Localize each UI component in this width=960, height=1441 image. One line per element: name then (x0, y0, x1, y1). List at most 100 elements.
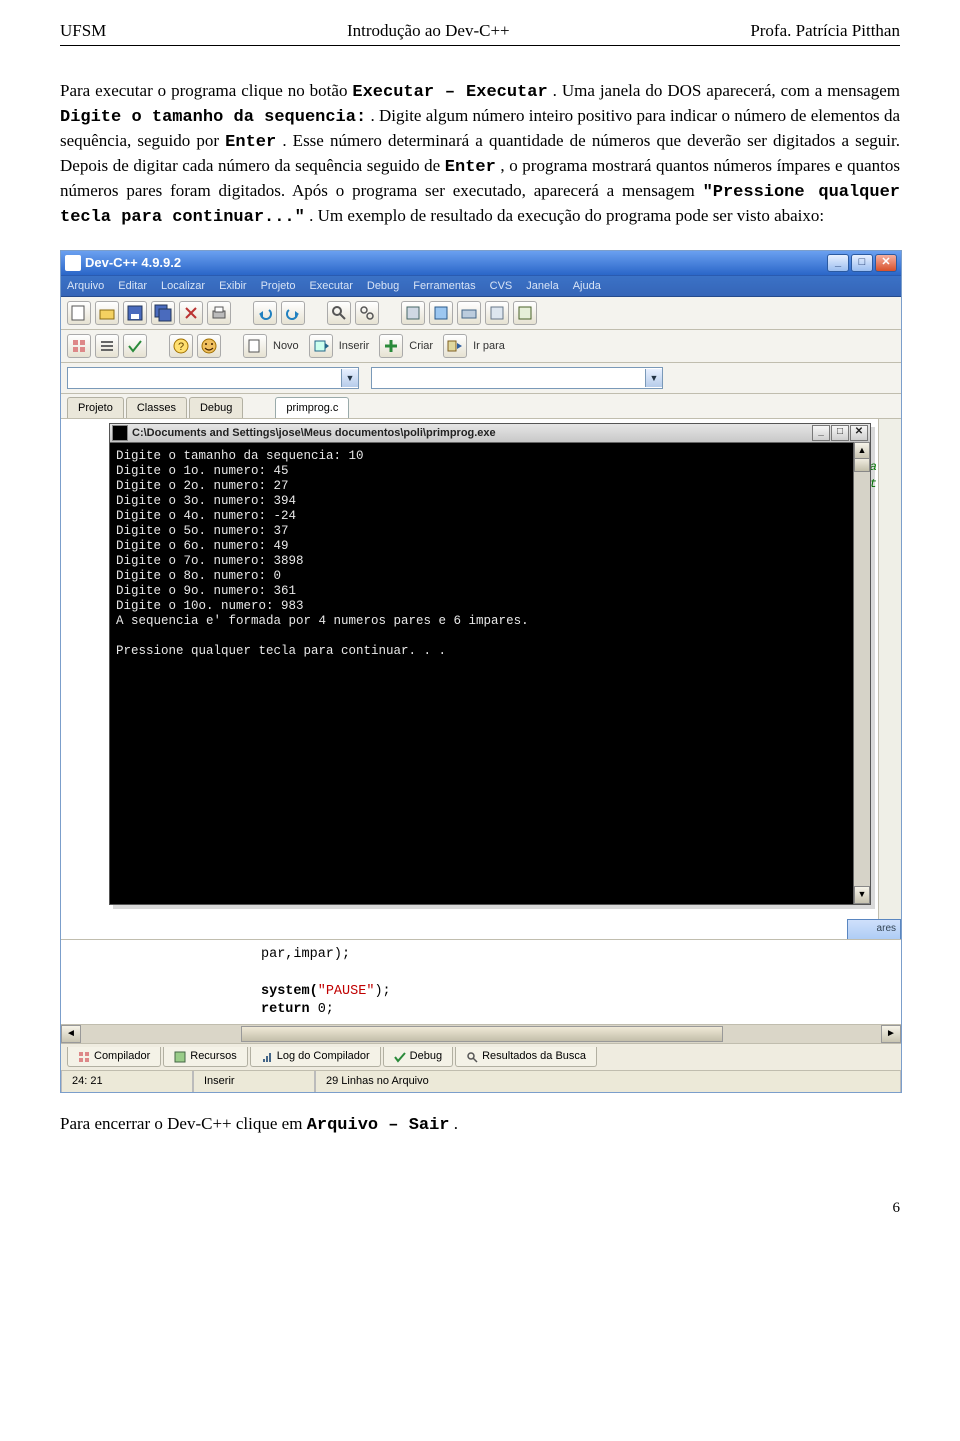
resources-icon (174, 1051, 186, 1063)
editor-area: m na do t C:\Documents and Settings\jose… (61, 419, 901, 939)
compile-run-icon[interactable] (457, 301, 481, 325)
scroll-thumb[interactable] (854, 458, 870, 472)
scroll-down-icon[interactable]: ▼ (854, 886, 870, 904)
bottom-tab[interactable]: Debug (383, 1047, 453, 1067)
find-icon[interactable] (327, 301, 351, 325)
menu-item[interactable]: CVS (490, 279, 513, 294)
code-footer: par,impar); system("PAUSE"); return 0; (61, 939, 901, 1024)
status-bar: 24: 21 Inserir 29 Linhas no Arquivo (61, 1070, 901, 1092)
ide-title: Dev-C++ 4.9.9.2 (85, 254, 181, 272)
insert-icon[interactable] (309, 334, 333, 358)
separator (151, 334, 165, 358)
combo-row: ▼ ▼ (61, 363, 901, 394)
bottom-tab[interactable]: Compilador (67, 1047, 161, 1067)
menu-item[interactable]: Arquivo (67, 279, 104, 294)
console-window: C:\Documents and Settings\jose\Meus docu… (109, 423, 871, 905)
menu-item[interactable]: Localizar (161, 279, 205, 294)
key-name: Enter (445, 158, 496, 177)
file-tab[interactable]: primprog.c (275, 397, 349, 419)
page-number: 6 (60, 1198, 900, 1218)
new-doc-icon[interactable] (243, 334, 267, 358)
console-close-button[interactable]: ✕ (850, 425, 868, 441)
rebuild-icon[interactable] (485, 301, 509, 325)
ide-titlebar: Dev-C++ 4.9.9.2 _ □ ✕ (61, 251, 901, 276)
save-icon[interactable] (123, 301, 147, 325)
status-position: 24: 21 (61, 1071, 193, 1092)
text: Para executar o programa clique no botão (60, 81, 352, 100)
console-output: Digite o tamanho da sequencia: 10 Digite… (110, 443, 870, 895)
run-icon[interactable] (429, 301, 453, 325)
console-scrollbar[interactable]: ▲ ▼ (853, 442, 870, 904)
menu-item[interactable]: Ajuda (573, 279, 601, 294)
separator (309, 301, 323, 325)
svg-text:?: ? (178, 341, 184, 353)
menu-path: Arquivo – Sair (307, 1116, 450, 1135)
side-tab[interactable]: Debug (189, 397, 243, 419)
header-right: Profa. Patrícia Pitthan (750, 20, 900, 43)
about-icon[interactable] (197, 334, 221, 358)
create-icon[interactable] (379, 334, 403, 358)
text: . Uma janela do DOS aparecerá, com a men… (553, 81, 900, 100)
menu-item[interactable]: Editar (118, 279, 147, 294)
log-icon (261, 1051, 273, 1063)
grid-icon[interactable] (67, 334, 91, 358)
compile-icon[interactable] (401, 301, 425, 325)
menu-item[interactable]: Janela (526, 279, 558, 294)
horizontal-scrollbar[interactable]: ◄ ► (61, 1024, 901, 1043)
menu-item[interactable]: Executar (309, 279, 352, 294)
goto-icon[interactable] (443, 334, 467, 358)
close-button[interactable]: ✕ (875, 254, 897, 272)
separator (235, 301, 249, 325)
open-icon[interactable] (95, 301, 119, 325)
scroll-left-icon[interactable]: ◄ (61, 1025, 81, 1043)
console-maximize-button[interactable]: □ (831, 425, 849, 441)
side-tab[interactable]: Projeto (67, 397, 124, 419)
label-novo: Novo (273, 339, 299, 354)
scroll-thumb[interactable] (241, 1026, 723, 1042)
app-icon (65, 255, 81, 271)
console-minimize-button[interactable]: _ (812, 425, 830, 441)
check-icon[interactable] (123, 334, 147, 358)
toolbar-secondary: ? Novo Inserir Criar Ir para (61, 330, 901, 363)
menu-item[interactable]: Projeto (261, 279, 296, 294)
cmd-icon (112, 425, 128, 441)
header-center: Introdução ao Dev-C++ (347, 20, 510, 43)
saveall-icon[interactable] (151, 301, 175, 325)
console-title: C:\Documents and Settings\jose\Meus docu… (132, 426, 496, 441)
menu-item[interactable]: Exibir (219, 279, 247, 294)
toolbar-main (61, 297, 901, 330)
bottom-tab[interactable]: Log do Compilador (250, 1047, 381, 1067)
combo-left[interactable]: ▼ (67, 367, 359, 389)
undo-icon[interactable] (253, 301, 277, 325)
redo-icon[interactable] (281, 301, 305, 325)
new-file-icon[interactable] (67, 301, 91, 325)
page-header: UFSM Introdução ao Dev-C++ Profa. Patríc… (60, 20, 900, 46)
chevron-down-icon: ▼ (341, 369, 358, 387)
menu-item[interactable]: Debug (367, 279, 399, 294)
scroll-right-icon[interactable]: ► (881, 1025, 901, 1043)
bottom-tab[interactable]: Resultados da Busca (455, 1047, 597, 1067)
list-icon[interactable] (95, 334, 119, 358)
text: . Um exemplo de resultado da execução do… (309, 206, 824, 225)
bottom-tab[interactable]: Recursos (163, 1047, 247, 1067)
combo-right[interactable]: ▼ (371, 367, 663, 389)
vertical-scrollbar[interactable] (878, 419, 901, 939)
search-results-icon (466, 1051, 478, 1063)
maximize-button[interactable]: □ (851, 254, 873, 272)
compiler-icon (78, 1051, 90, 1063)
help-icon[interactable]: ? (169, 334, 193, 358)
text: . (454, 1114, 458, 1133)
replace-icon[interactable] (355, 301, 379, 325)
minimize-button[interactable]: _ (827, 254, 849, 272)
debug-check-icon (394, 1051, 406, 1063)
close-icon[interactable] (179, 301, 203, 325)
header-left: UFSM (60, 20, 106, 43)
status-info: 29 Linhas no Arquivo (315, 1071, 901, 1092)
menu-item[interactable]: Ferramentas (413, 279, 475, 294)
debug-icon[interactable] (513, 301, 537, 325)
print-icon[interactable] (207, 301, 231, 325)
menu-path: Executar – Executar (352, 83, 547, 102)
console-titlebar: C:\Documents and Settings\jose\Meus docu… (110, 424, 870, 443)
side-tab[interactable]: Classes (126, 397, 187, 419)
menu-bar: Arquivo Editar Localizar Exibir Projeto … (61, 276, 901, 298)
